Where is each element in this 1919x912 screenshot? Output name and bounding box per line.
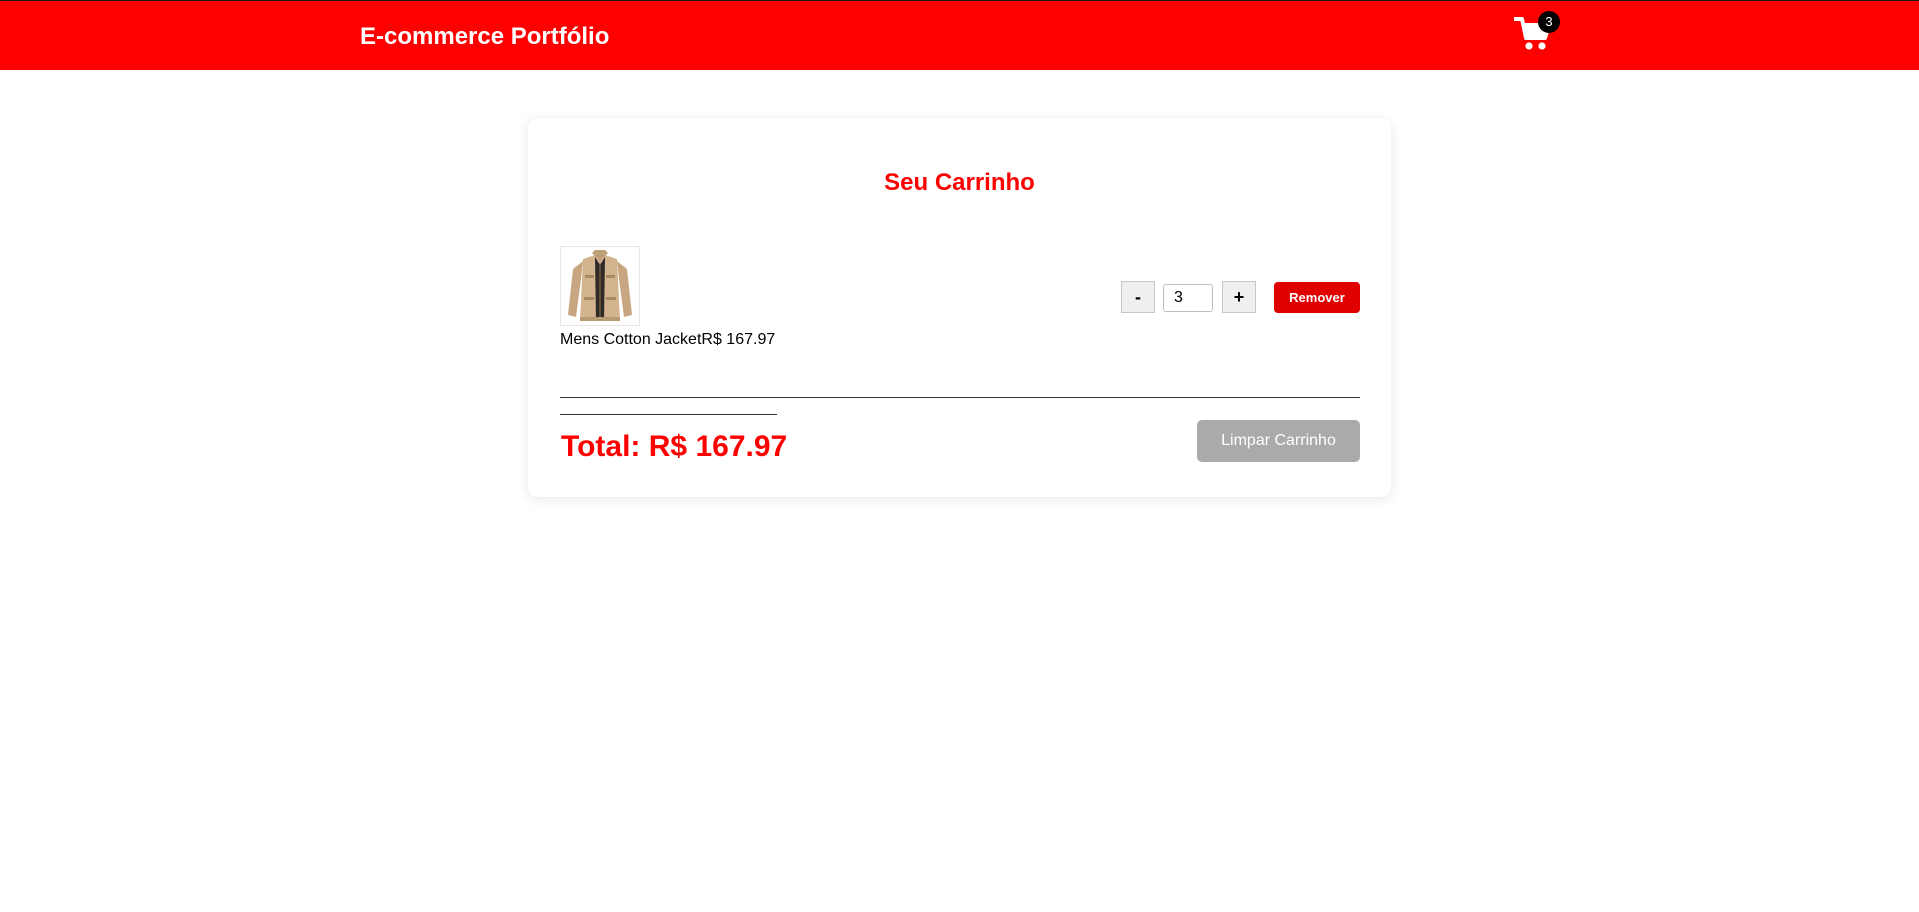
cart-total: Total: R$ 167.97 <box>561 430 788 463</box>
cart-title: Seu Carrinho <box>884 169 1035 196</box>
decrement-quantity-button[interactable]: - <box>1121 281 1155 313</box>
product-image <box>560 246 640 326</box>
increment-quantity-button[interactable]: + <box>1222 281 1256 313</box>
total-rule <box>560 414 777 415</box>
cart-divider <box>560 397 1360 398</box>
cart-item-details: Mens Cotton JacketR$ 167.97 <box>560 330 775 350</box>
top-navbar: E-commerce Portfólio 3 <box>0 0 1919 70</box>
brand-title[interactable]: E-commerce Portfólio <box>360 23 609 51</box>
cart-count-badge: 3 <box>1538 11 1560 33</box>
quantity-input[interactable] <box>1163 284 1213 312</box>
remove-item-button[interactable]: Remover <box>1274 282 1360 313</box>
cart-button[interactable]: 3 <box>1514 11 1560 56</box>
cart-card: Seu Carrinho Mens Cotton JacketR$ 167.97… <box>528 118 1391 497</box>
clear-cart-button[interactable]: Limpar Carrinho <box>1197 420 1360 462</box>
item-price: R$ 167.97 <box>701 331 776 348</box>
item-name: Mens Cotton Jacket <box>560 331 702 348</box>
jacket-product-image <box>561 247 639 325</box>
